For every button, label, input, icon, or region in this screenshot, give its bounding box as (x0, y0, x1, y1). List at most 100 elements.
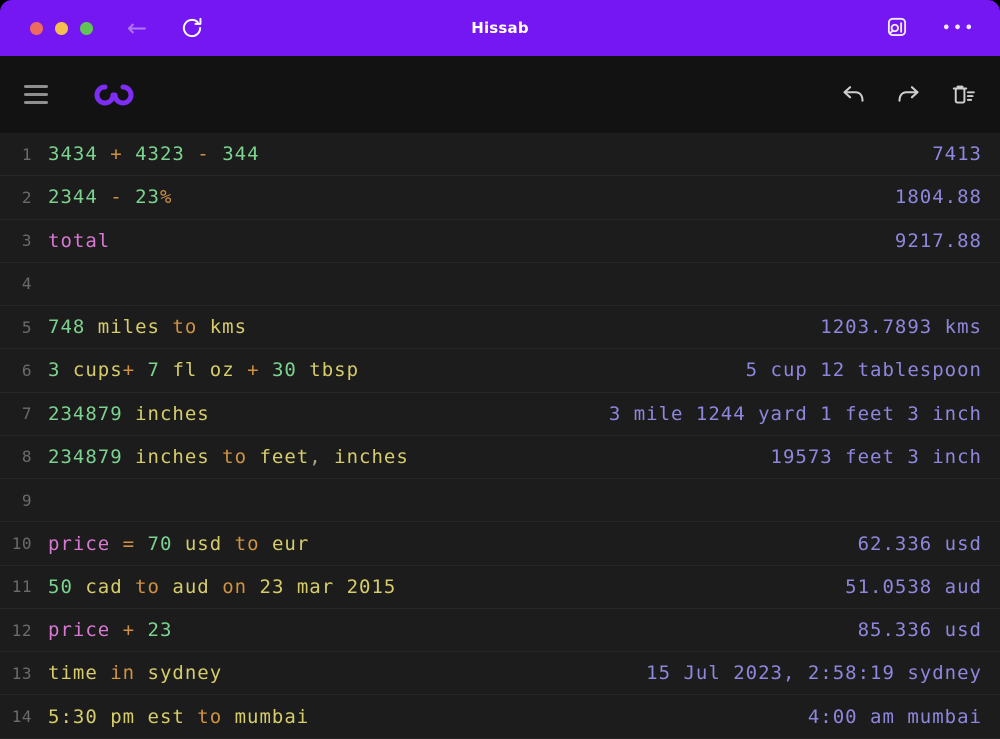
token-op: % (159, 186, 173, 209)
line-number: 14 (11, 707, 32, 727)
result-text: 15 Jul 2023, 2:58:19 sydney (646, 662, 982, 685)
token-num: 4323 (135, 143, 198, 166)
token-unit: mumbai (234, 705, 310, 728)
token-num: 3434 (48, 143, 111, 166)
result-text: 7413 (932, 143, 982, 166)
calc-row[interactable]: 5 748 miles to kms 1203.7893 kms (0, 306, 1000, 350)
result-text: 4:00 am mumbai (807, 705, 982, 728)
expression-text[interactable]: price = 70 usd to eur (48, 533, 858, 555)
token-op: to (222, 445, 260, 468)
token-op: on (222, 575, 260, 598)
line-number: 1 (21, 144, 32, 164)
result-text: 5 cup 12 tablespoon (745, 359, 982, 382)
token-punct: , (309, 445, 335, 468)
token-op: + (110, 143, 136, 166)
token-op: + (247, 359, 272, 382)
expression-text[interactable]: 3 cups+ 7 fl oz + 30 tbsp (48, 359, 746, 381)
result-text: 9217.88 (894, 229, 982, 252)
token-unit: cups (72, 359, 123, 382)
token-op: = (122, 532, 148, 555)
token-num: 70 (147, 532, 185, 555)
calc-row[interactable]: 2 2344 - 23% 1804.88 (0, 176, 1000, 220)
token-num: 748 (48, 316, 98, 339)
undo-icon[interactable] (840, 81, 867, 108)
calc-row[interactable]: 13 time in sydney 15 Jul 2023, 2:58:19 syd… (0, 652, 1000, 696)
result-text: 3 mile 1244 yard 1 feet 3 inch (608, 402, 982, 425)
token-unit: inches (334, 445, 409, 468)
token-unit: 23 mar 2015 (259, 575, 397, 598)
line-number: 11 (11, 577, 32, 597)
token-num: 23 (135, 186, 160, 209)
calc-row[interactable]: 3 total 9217.88 (0, 220, 1000, 263)
expression-text[interactable]: time in sydney (48, 662, 646, 684)
token-unit: 5:30 pm est (48, 705, 198, 728)
calc-row[interactable]: 1 3434 + 4323 - 344 7413 (0, 133, 1000, 177)
token-var: total (48, 229, 111, 252)
token-unit: inches (135, 445, 223, 468)
search-page-icon[interactable] (884, 15, 910, 41)
calc-row[interactable]: 10 price = 70 usd to eur 62.336 usd (0, 522, 1000, 566)
zoom-button[interactable] (80, 21, 93, 35)
token-num: 50 (48, 575, 86, 598)
traffic-lights (30, 21, 93, 35)
token-unit: feet (259, 445, 310, 468)
calc-sheet[interactable]: 1 3434 + 4323 - 344 7413 2 2344 - 23% 1804.88… (0, 133, 1000, 739)
menu-icon[interactable] (24, 85, 48, 104)
token-op: to (135, 575, 173, 598)
calc-row[interactable]: 4 (0, 263, 1000, 307)
token-num: 7 (147, 359, 173, 382)
token-num: 30 (271, 359, 310, 382)
hissab-logo-icon[interactable] (92, 80, 136, 110)
expression-text[interactable]: 5:30 pm est to mumbai (48, 706, 808, 728)
toolbar (0, 56, 1000, 133)
refresh-icon[interactable] (179, 15, 205, 41)
token-unit: usd (184, 532, 235, 555)
token-op: to (234, 532, 272, 555)
token-op: to (197, 705, 235, 728)
expression-text[interactable]: 234879 inches (48, 403, 609, 425)
expression-text[interactable]: 748 miles to kms (48, 316, 820, 338)
calc-row[interactable]: 12 price + 23 85.336 usd (0, 609, 1000, 653)
line-number: 5 (21, 317, 32, 337)
expression-text[interactable]: 2344 - 23% (48, 186, 895, 208)
clear-all-icon[interactable] (950, 82, 976, 108)
token-unit: sydney (147, 662, 223, 685)
token-op: in (110, 662, 148, 685)
calc-row[interactable]: 14 5:30 pm est to mumbai 4:00 am mumbai (0, 695, 1000, 739)
result-text: 19573 feet 3 inch (770, 445, 982, 468)
redo-icon[interactable] (895, 81, 922, 108)
result-text: 1804.88 (894, 186, 982, 209)
expression-text[interactable]: 234879 inches to feet, inches (48, 446, 771, 468)
token-unit: fl oz (172, 359, 248, 382)
calc-row[interactable]: 8 234879 inches to feet, inches 19573 feet… (0, 436, 1000, 480)
close-button[interactable] (30, 21, 43, 35)
token-var: price (48, 619, 123, 642)
calc-row[interactable]: 11 50 cad to aud on 23 mar 2015 51.0538 au… (0, 566, 1000, 609)
calc-row[interactable]: 7 234879 inches 3 mile 1244 yard 1 feet 3 … (0, 393, 1000, 436)
expression-text[interactable]: total (48, 230, 895, 252)
calc-row[interactable]: 9 (0, 479, 1000, 523)
calc-row[interactable]: 63 cups+ 7 fl oz + 30 tbsp 5 cup 12 table… (0, 349, 1000, 393)
expression-text[interactable]: price + 23 (48, 619, 858, 641)
token-unit: tbsp (309, 359, 360, 382)
token-unit: time (48, 662, 111, 685)
line-number: 7 (21, 404, 32, 424)
line-number: 9 (21, 490, 32, 510)
minimize-button[interactable] (55, 21, 68, 35)
token-unit: cad (85, 575, 136, 598)
line-number: 10 (11, 534, 32, 554)
token-op: + (122, 619, 148, 642)
line-number: 12 (11, 620, 32, 640)
token-unit: miles (97, 316, 173, 339)
token-num: 2344 (48, 186, 111, 209)
back-icon[interactable]: ← (127, 16, 147, 40)
expression-text[interactable]: 50 cad to aud on 23 mar 2015 (48, 576, 845, 598)
token-unit: aud (172, 575, 223, 598)
token-op: - (197, 143, 223, 166)
app-window: ← Hissab ••• 1 3434 + 4323 - 344 7413 2 … (0, 0, 1000, 739)
more-options-icon[interactable]: ••• (942, 22, 976, 35)
expression-text[interactable]: 3434 + 4323 - 344 (48, 143, 932, 165)
titlebar: ← Hissab ••• (0, 0, 1000, 56)
line-number: 8 (21, 447, 32, 467)
token-unit: inches (135, 402, 210, 425)
